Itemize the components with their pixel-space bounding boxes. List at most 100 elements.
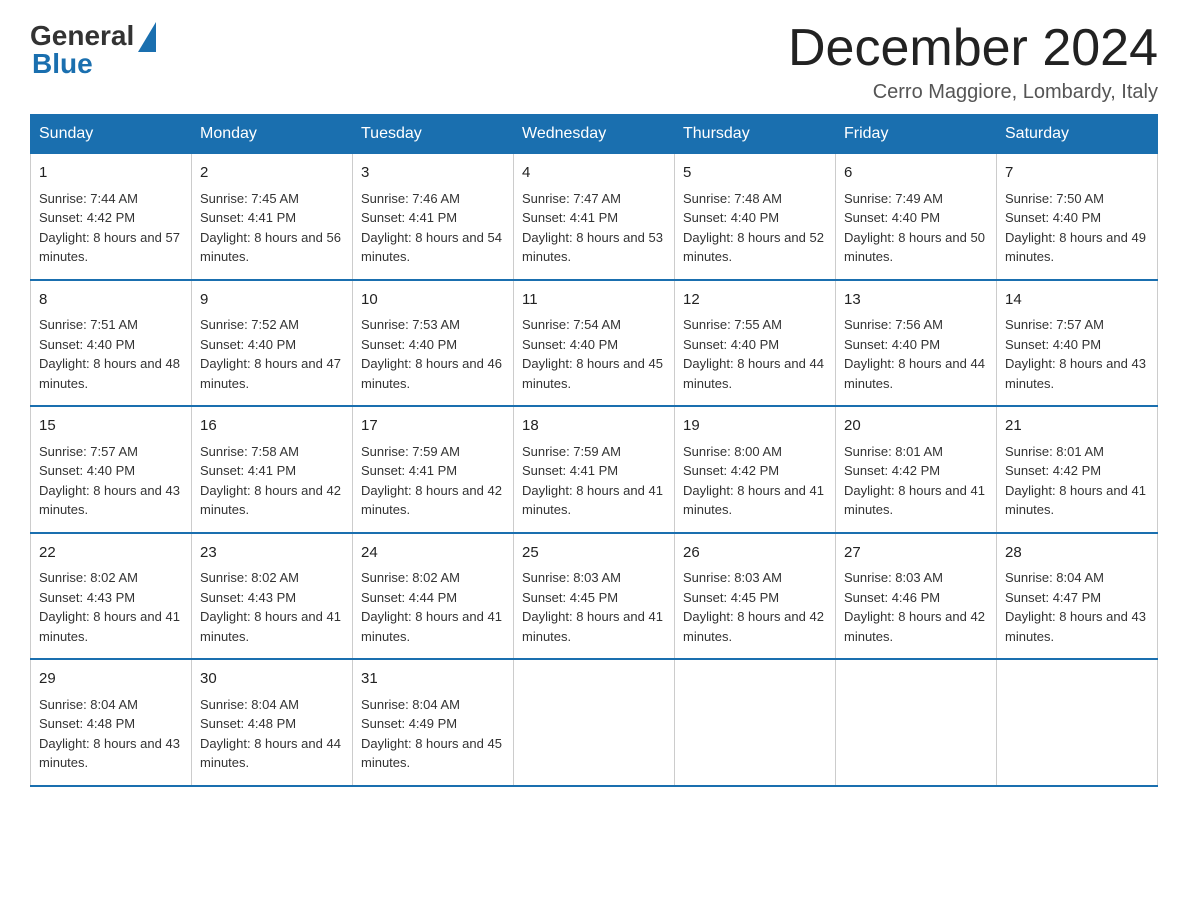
day-info: Sunrise: 8:04 AMSunset: 4:48 PMDaylight:… xyxy=(39,695,183,773)
calendar-cell: 11Sunrise: 7:54 AMSunset: 4:40 PMDayligh… xyxy=(514,280,675,407)
day-info: Sunrise: 8:04 AMSunset: 4:49 PMDaylight:… xyxy=(361,695,505,773)
header-sunday: Sunday xyxy=(31,115,192,154)
calendar-cell: 28Sunrise: 8:04 AMSunset: 4:47 PMDayligh… xyxy=(997,533,1158,660)
day-info: Sunrise: 8:04 AMSunset: 4:48 PMDaylight:… xyxy=(200,695,344,773)
calendar-cell: 1 Sunrise: 7:44 AMSunset: 4:42 PMDaylight… xyxy=(31,154,192,280)
calendar-cell: 15 Sunrise: 7:57 AMSunset: 4:40 PMDayligh… xyxy=(31,406,192,533)
day-number: 16 xyxy=(200,415,344,438)
calendar-cell: 29 Sunrise: 8:04 AMSunset: 4:48 PMDayligh… xyxy=(31,659,192,786)
title-section: December 2024 Cerro Maggiore, Lombardy, … xyxy=(788,20,1158,104)
day-number: 30 xyxy=(200,668,344,691)
day-number: 12 xyxy=(683,289,827,312)
day-info: Sunrise: 7:57 AMSunset: 4:40 PMDaylight:… xyxy=(1005,315,1149,393)
day-number: 27 xyxy=(844,542,988,565)
day-number: 8 xyxy=(39,289,183,312)
day-info: Sunrise: 7:59 AMSunset: 4:41 PMDaylight:… xyxy=(522,442,666,520)
calendar-cell: 22Sunrise: 8:02 AMSunset: 4:43 PMDayligh… xyxy=(31,533,192,660)
day-number: 14 xyxy=(1005,289,1149,312)
calendar-cell xyxy=(514,659,675,786)
calendar-week-row: 29 Sunrise: 8:04 AMSunset: 4:48 PMDayligh… xyxy=(31,659,1158,786)
day-info: Sunrise: 7:56 AMSunset: 4:40 PMDaylight:… xyxy=(844,315,988,393)
day-number: 9 xyxy=(200,289,344,312)
calendar-cell: 6 Sunrise: 7:49 AMSunset: 4:40 PMDaylight… xyxy=(836,154,997,280)
day-info: Sunrise: 7:49 AMSunset: 4:40 PMDaylight:… xyxy=(844,189,988,267)
calendar-cell: 4 Sunrise: 7:47 AMSunset: 4:41 PMDaylight… xyxy=(514,154,675,280)
calendar-cell xyxy=(836,659,997,786)
calendar-header-row: SundayMondayTuesdayWednesdayThursdayFrid… xyxy=(31,115,1158,154)
day-number: 24 xyxy=(361,542,505,565)
day-info: Sunrise: 7:52 AMSunset: 4:40 PMDaylight:… xyxy=(200,315,344,393)
day-number: 3 xyxy=(361,162,505,185)
calendar-cell: 7Sunrise: 7:50 AMSunset: 4:40 PMDaylight… xyxy=(997,154,1158,280)
calendar-cell: 26Sunrise: 8:03 AMSunset: 4:45 PMDayligh… xyxy=(675,533,836,660)
calendar-week-row: 15 Sunrise: 7:57 AMSunset: 4:40 PMDayligh… xyxy=(31,406,1158,533)
calendar-cell: 2 Sunrise: 7:45 AMSunset: 4:41 PMDaylight… xyxy=(192,154,353,280)
calendar-cell: 23 Sunrise: 8:02 AMSunset: 4:43 PMDayligh… xyxy=(192,533,353,660)
day-info: Sunrise: 8:03 AMSunset: 4:45 PMDaylight:… xyxy=(683,568,827,646)
calendar-cell: 16Sunrise: 7:58 AMSunset: 4:41 PMDayligh… xyxy=(192,406,353,533)
day-info: Sunrise: 7:47 AMSunset: 4:41 PMDaylight:… xyxy=(522,189,666,267)
calendar-cell: 19 Sunrise: 8:00 AMSunset: 4:42 PMDayligh… xyxy=(675,406,836,533)
calendar-cell: 20 Sunrise: 8:01 AMSunset: 4:42 PMDayligh… xyxy=(836,406,997,533)
calendar-table: SundayMondayTuesdayWednesdayThursdayFrid… xyxy=(30,114,1158,787)
calendar-cell: 17 Sunrise: 7:59 AMSunset: 4:41 PMDayligh… xyxy=(353,406,514,533)
day-info: Sunrise: 7:44 AMSunset: 4:42 PMDaylight:… xyxy=(39,189,183,267)
logo-blue-text: Blue xyxy=(30,48,93,80)
day-number: 4 xyxy=(522,162,666,185)
calendar-cell: 12Sunrise: 7:55 AMSunset: 4:40 PMDayligh… xyxy=(675,280,836,407)
logo-triangle-icon xyxy=(138,22,156,52)
day-number: 23 xyxy=(200,542,344,565)
day-info: Sunrise: 7:57 AMSunset: 4:40 PMDaylight:… xyxy=(39,442,183,520)
day-number: 29 xyxy=(39,668,183,691)
day-info: Sunrise: 8:00 AMSunset: 4:42 PMDaylight:… xyxy=(683,442,827,520)
day-number: 19 xyxy=(683,415,827,438)
month-title: December 2024 xyxy=(788,20,1158,77)
day-info: Sunrise: 8:03 AMSunset: 4:45 PMDaylight:… xyxy=(522,568,666,646)
calendar-cell: 25Sunrise: 8:03 AMSunset: 4:45 PMDayligh… xyxy=(514,533,675,660)
calendar-cell: 30 Sunrise: 8:04 AMSunset: 4:48 PMDayligh… xyxy=(192,659,353,786)
calendar-cell xyxy=(997,659,1158,786)
day-info: Sunrise: 8:02 AMSunset: 4:43 PMDaylight:… xyxy=(200,568,344,646)
page-header: General Blue December 2024 Cerro Maggior… xyxy=(30,20,1158,104)
day-number: 21 xyxy=(1005,415,1149,438)
day-info: Sunrise: 7:48 AMSunset: 4:40 PMDaylight:… xyxy=(683,189,827,267)
day-number: 17 xyxy=(361,415,505,438)
header-friday: Friday xyxy=(836,115,997,154)
day-info: Sunrise: 7:59 AMSunset: 4:41 PMDaylight:… xyxy=(361,442,505,520)
calendar-cell: 27 Sunrise: 8:03 AMSunset: 4:46 PMDayligh… xyxy=(836,533,997,660)
day-info: Sunrise: 8:02 AMSunset: 4:44 PMDaylight:… xyxy=(361,568,505,646)
day-number: 2 xyxy=(200,162,344,185)
header-tuesday: Tuesday xyxy=(353,115,514,154)
day-info: Sunrise: 7:50 AMSunset: 4:40 PMDaylight:… xyxy=(1005,189,1149,267)
calendar-cell: 31Sunrise: 8:04 AMSunset: 4:49 PMDayligh… xyxy=(353,659,514,786)
calendar-cell: 8Sunrise: 7:51 AMSunset: 4:40 PMDaylight… xyxy=(31,280,192,407)
calendar-cell: 5 Sunrise: 7:48 AMSunset: 4:40 PMDaylight… xyxy=(675,154,836,280)
calendar-cell: 21 Sunrise: 8:01 AMSunset: 4:42 PMDayligh… xyxy=(997,406,1158,533)
day-info: Sunrise: 7:45 AMSunset: 4:41 PMDaylight:… xyxy=(200,189,344,267)
location: Cerro Maggiore, Lombardy, Italy xyxy=(788,81,1158,104)
day-number: 20 xyxy=(844,415,988,438)
day-number: 13 xyxy=(844,289,988,312)
day-number: 1 xyxy=(39,162,183,185)
day-number: 18 xyxy=(522,415,666,438)
day-info: Sunrise: 7:46 AMSunset: 4:41 PMDaylight:… xyxy=(361,189,505,267)
logo: General Blue xyxy=(30,20,156,80)
day-number: 15 xyxy=(39,415,183,438)
day-info: Sunrise: 8:01 AMSunset: 4:42 PMDaylight:… xyxy=(1005,442,1149,520)
day-info: Sunrise: 8:01 AMSunset: 4:42 PMDaylight:… xyxy=(844,442,988,520)
day-number: 22 xyxy=(39,542,183,565)
day-number: 10 xyxy=(361,289,505,312)
calendar-cell: 13 Sunrise: 7:56 AMSunset: 4:40 PMDayligh… xyxy=(836,280,997,407)
calendar-cell: 9 Sunrise: 7:52 AMSunset: 4:40 PMDaylight… xyxy=(192,280,353,407)
header-monday: Monday xyxy=(192,115,353,154)
day-info: Sunrise: 8:03 AMSunset: 4:46 PMDaylight:… xyxy=(844,568,988,646)
day-number: 28 xyxy=(1005,542,1149,565)
day-info: Sunrise: 7:54 AMSunset: 4:40 PMDaylight:… xyxy=(522,315,666,393)
header-thursday: Thursday xyxy=(675,115,836,154)
day-number: 6 xyxy=(844,162,988,185)
calendar-cell: 3 Sunrise: 7:46 AMSunset: 4:41 PMDaylight… xyxy=(353,154,514,280)
calendar-cell: 24 Sunrise: 8:02 AMSunset: 4:44 PMDayligh… xyxy=(353,533,514,660)
day-number: 5 xyxy=(683,162,827,185)
header-saturday: Saturday xyxy=(997,115,1158,154)
calendar-cell xyxy=(675,659,836,786)
